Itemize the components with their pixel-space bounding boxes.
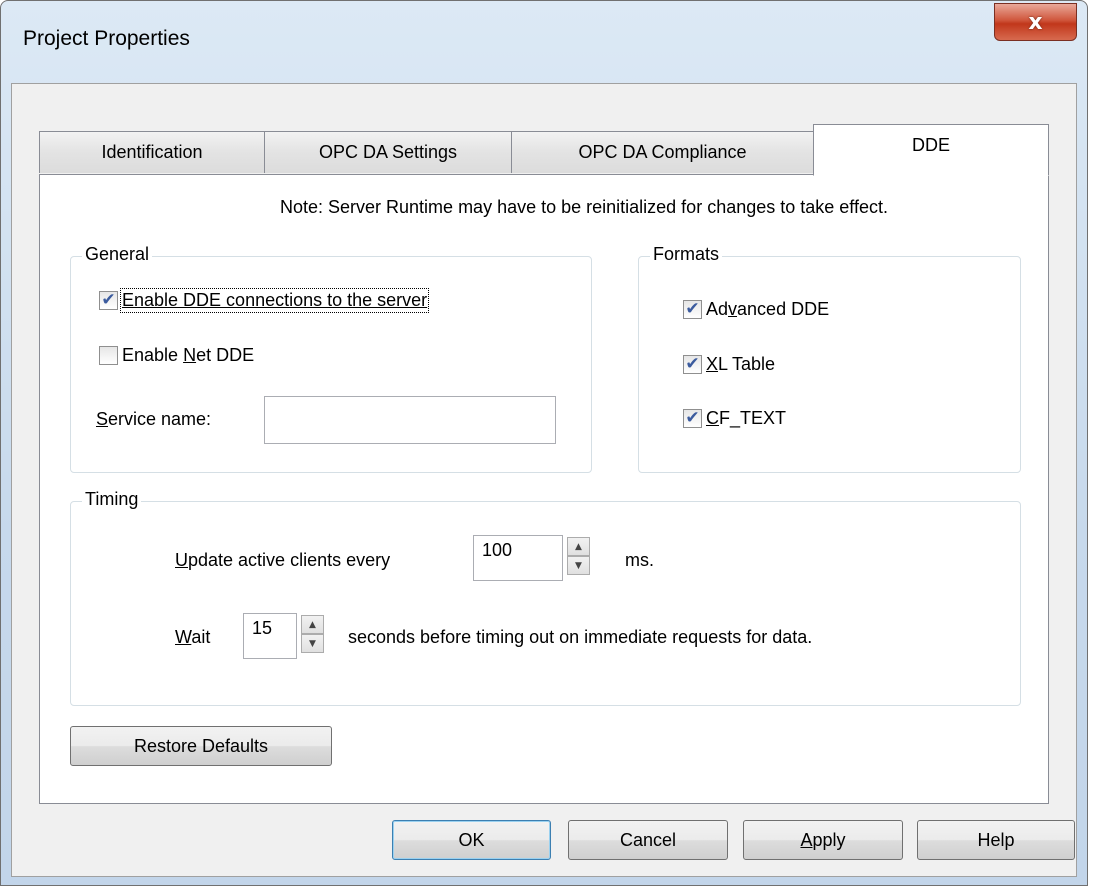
check-icon: ✔ (101, 290, 116, 310)
update-interval-spinner[interactable]: ▲ ▼ (567, 537, 590, 575)
enable-net-dde-label: Enable Net DDE (122, 345, 255, 365)
enable-dde-checkbox[interactable]: ✔ (99, 291, 118, 310)
restore-defaults-button[interactable]: Restore Defaults (70, 726, 332, 766)
ok-button[interactable]: OK (392, 820, 551, 860)
service-name-input[interactable] (264, 396, 556, 444)
update-unit-label: ms. (625, 550, 654, 570)
spin-down-button[interactable]: ▼ (301, 634, 324, 653)
wait-label: Wait (175, 627, 211, 647)
update-interval-input[interactable]: 100 (473, 535, 563, 581)
tab-label: OPC DA Settings (318, 142, 458, 162)
apply-button[interactable]: Apply (743, 820, 903, 860)
spin-down-button[interactable]: ▼ (567, 556, 590, 575)
tab-opc-da-settings[interactable]: OPC DA Settings (264, 131, 512, 173)
general-group-label: General (82, 244, 153, 265)
xl-table-checkbox-row[interactable]: ✔ XL Table (683, 354, 775, 375)
tab-label: Identification (101, 142, 203, 162)
spin-up-icon: ▲ (575, 541, 582, 552)
wait-seconds-spinner[interactable]: ▲ ▼ (301, 615, 324, 653)
tab-label: DDE (911, 135, 950, 155)
note-text: Note: Server Runtime may have to be rein… (280, 197, 888, 217)
apply-label: Apply (800, 829, 846, 850)
xl-table-label: XL Table (706, 354, 776, 374)
cancel-label: Cancel (619, 829, 677, 850)
formats-group: Formats ✔ Advanced DDE ✔ XL Table ✔ CF_T… (638, 244, 1021, 473)
check-icon: ✔ (685, 354, 700, 374)
service-name-label: Service name: (96, 409, 212, 429)
enable-net-dde-checkbox[interactable] (99, 346, 118, 365)
tab-identification[interactable]: Identification (39, 131, 265, 173)
dde-tab-panel: Note: Server Runtime may have to be rein… (39, 174, 1049, 804)
restore-defaults-label: Restore Defaults (133, 735, 269, 756)
spin-down-icon: ▼ (309, 638, 316, 649)
enable-net-dde-checkbox-row[interactable]: Enable Net DDE (99, 345, 254, 366)
spin-down-icon: ▼ (575, 560, 582, 571)
ok-label: OK (458, 829, 485, 850)
close-icon: x (1028, 9, 1043, 35)
wait-seconds-input[interactable]: 15 (243, 613, 297, 659)
project-properties-window: Project Properties x Identification OPC … (0, 0, 1088, 886)
cf-text-checkbox[interactable]: ✔ (683, 409, 702, 428)
enable-dde-label: Enable DDE connections to the server (119, 288, 430, 313)
help-label: Help (977, 829, 1015, 850)
title-bar[interactable]: Project Properties x (1, 1, 1087, 81)
advanced-dde-checkbox-row[interactable]: ✔ Advanced DDE (683, 299, 829, 320)
general-group: General ✔ Enable DDE connections to the … (70, 244, 592, 473)
update-clients-label: Update active clients every (175, 550, 391, 570)
xl-table-checkbox[interactable]: ✔ (683, 355, 702, 374)
help-button[interactable]: Help (917, 820, 1075, 860)
close-button[interactable]: x (994, 3, 1077, 41)
tab-dde[interactable]: DDE (813, 124, 1049, 176)
cf-text-checkbox-row[interactable]: ✔ CF_TEXT (683, 408, 786, 429)
check-icon: ✔ (685, 408, 700, 428)
enable-dde-label-text: Enable DDE connections to the server (122, 290, 428, 310)
timing-group-label: Timing (82, 489, 142, 510)
advanced-dde-label: Advanced DDE (706, 299, 830, 319)
tab-opc-da-compliance[interactable]: OPC DA Compliance (511, 131, 814, 173)
spin-up-button[interactable]: ▲ (567, 537, 590, 556)
cancel-button[interactable]: Cancel (568, 820, 728, 860)
dialog-client-area: Identification OPC DA Settings OPC DA Co… (11, 83, 1077, 877)
window-title: Project Properties (23, 27, 190, 50)
enable-dde-checkbox-row[interactable]: ✔ Enable DDE connections to the server (99, 288, 430, 313)
cf-text-label: CF_TEXT (706, 408, 787, 428)
tab-label: OPC DA Compliance (578, 142, 747, 162)
formats-group-label: Formats (650, 244, 723, 265)
spin-up-button[interactable]: ▲ (301, 615, 324, 634)
wait-suffix-label: seconds before timing out on immediate r… (348, 627, 813, 647)
timing-group: Timing Update active clients every 100 ▲… (70, 489, 1021, 706)
advanced-dde-checkbox[interactable]: ✔ (683, 300, 702, 319)
check-icon: ✔ (685, 299, 700, 319)
spin-up-icon: ▲ (309, 619, 316, 630)
